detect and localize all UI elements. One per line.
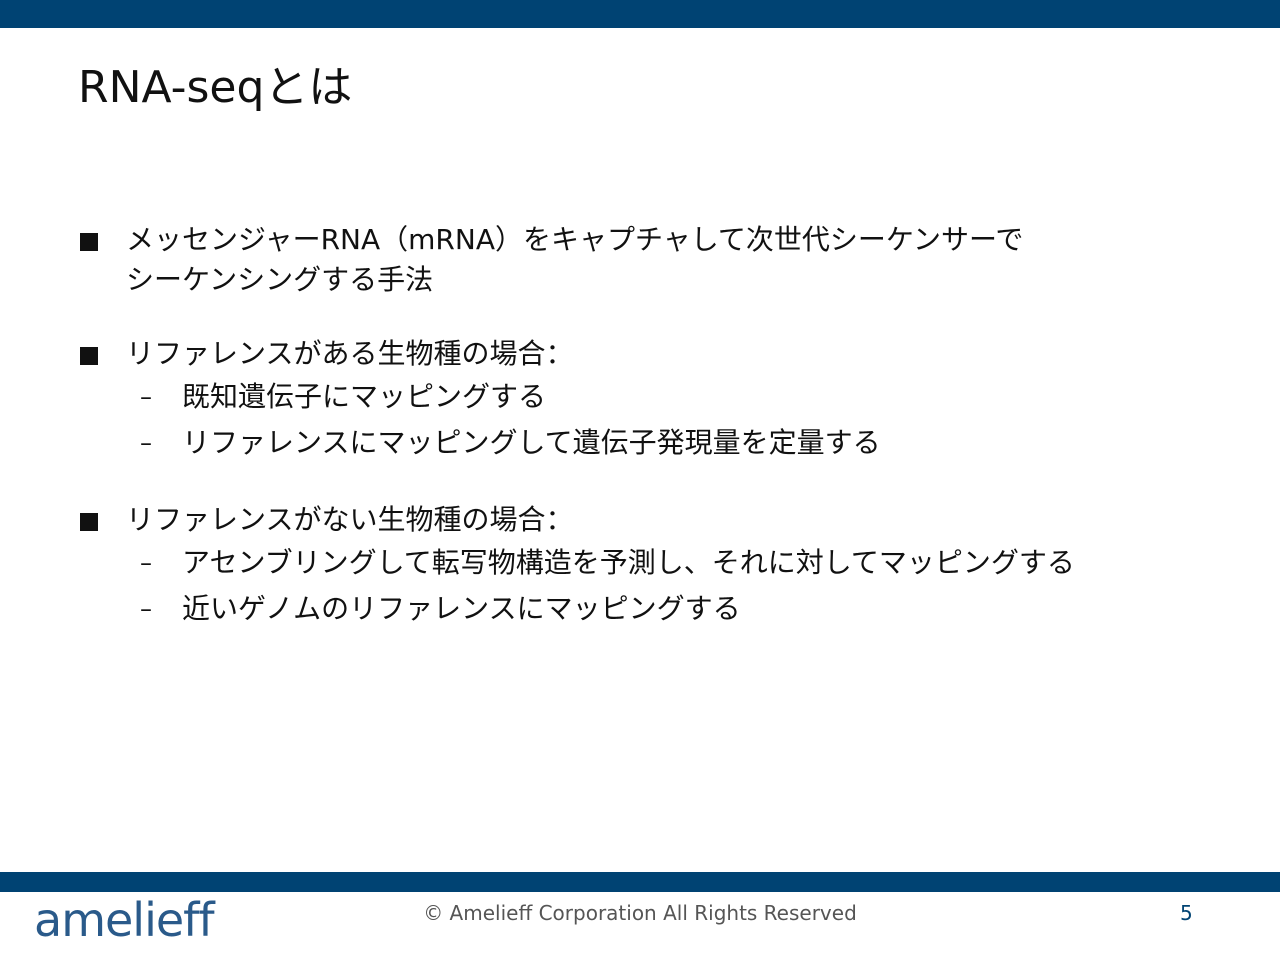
dash-icon: – [140, 549, 152, 577]
slide-title: RNA-seqとは [78, 62, 353, 113]
bottom-bar [0, 872, 1280, 892]
sub-bullet-item: – 近いゲノムのリファレンスにマッピングする [80, 586, 1240, 632]
top-bar [0, 0, 1280, 28]
bullet-text: メッセンジャーRNA（mRNA）をキャプチャして次世代シーケンサーで シーケンシ… [126, 223, 1024, 296]
sub-bullet-text: 近いゲノムのリファレンスにマッピングする [182, 592, 741, 625]
bullet-text: リファレンスがない生物種の場合： [126, 503, 574, 536]
bullet-item: リファレンスがない生物種の場合： [80, 500, 1240, 540]
slide-content: メッセンジャーRNA（mRNA）をキャプチャして次世代シーケンサーで シーケンシ… [80, 220, 1240, 632]
bullet-item: メッセンジャーRNA（mRNA）をキャプチャして次世代シーケンサーで シーケンシ… [80, 220, 1240, 300]
square-bullet-icon [80, 513, 98, 531]
sub-bullet-item: – リファレンスにマッピングして遺伝子発現量を定量する [80, 420, 1240, 466]
dash-icon: – [140, 595, 152, 623]
sub-bullet-item: – アセンブリングして転写物構造を予測し、それに対してマッピングする [80, 540, 1240, 586]
sub-bullet-item: – 既知遺伝子にマッピングする [80, 374, 1240, 420]
square-bullet-icon [80, 233, 98, 251]
dash-icon: – [140, 383, 152, 411]
bullet-item: リファレンスがある生物種の場合： [80, 334, 1240, 374]
sub-bullet-text: 既知遺伝子にマッピングする [182, 380, 547, 413]
dash-icon: – [140, 429, 152, 457]
page-number: 5 [1180, 901, 1193, 925]
square-bullet-icon [80, 347, 98, 365]
sub-bullet-text: アセンブリングして転写物構造を予測し、それに対してマッピングする [182, 546, 1075, 579]
sub-bullet-text: リファレンスにマッピングして遺伝子発現量を定量する [182, 426, 881, 459]
bullet-text: リファレンスがある生物種の場合： [126, 337, 574, 370]
copyright-text: © Amelieff Corporation All Rights Reserv… [423, 901, 857, 925]
